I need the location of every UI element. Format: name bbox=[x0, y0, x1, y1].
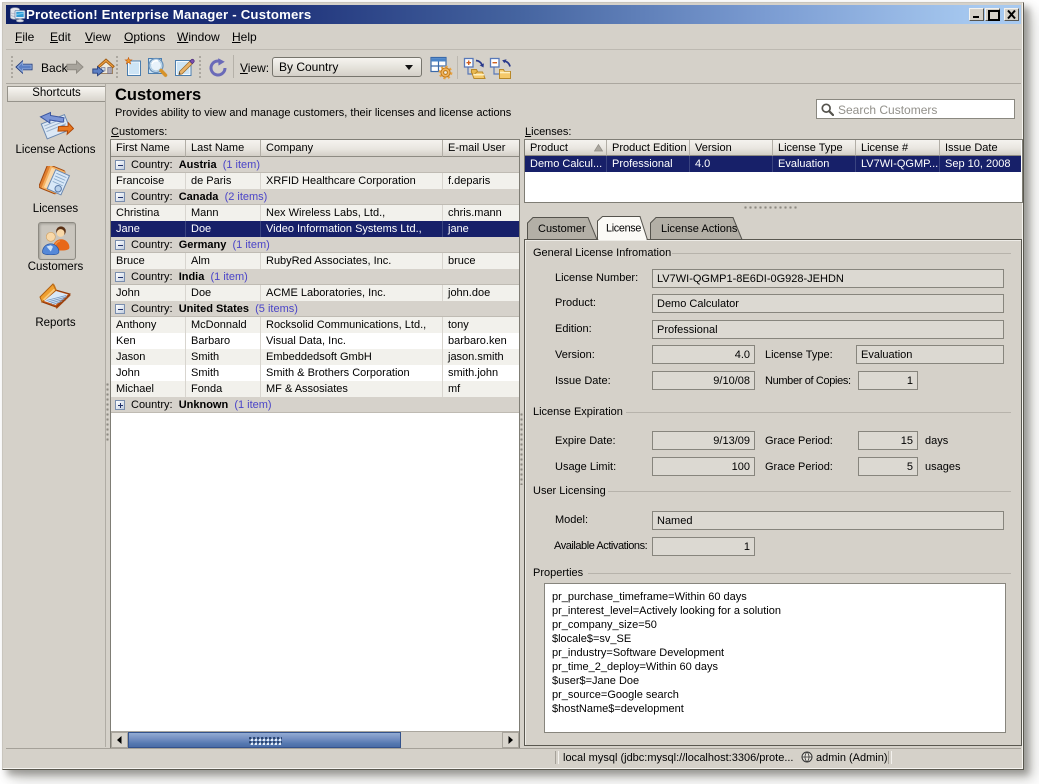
svg-text:License: License bbox=[606, 223, 641, 235]
svg-text:License Actions: License Actions bbox=[661, 223, 738, 235]
svg-text:Customer: Customer bbox=[538, 223, 586, 235]
